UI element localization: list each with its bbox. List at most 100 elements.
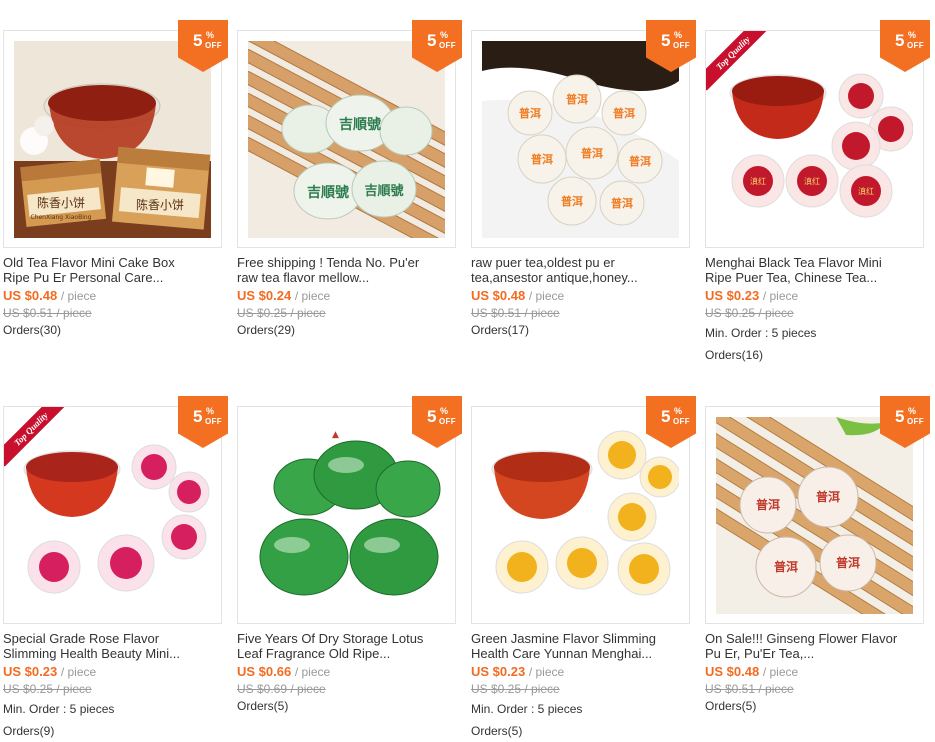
orders-count: Orders(5) xyxy=(471,724,523,738)
product-card[interactable]: ▲ 5 % OFF Five Years Of Dry Storage Lotu… xyxy=(234,376,468,742)
seal-text: 普洱 xyxy=(581,146,603,160)
discount-percent: % xyxy=(206,406,215,416)
product-title-line: Health Care Yunnan Menghai... xyxy=(471,646,653,661)
discount-percent: % xyxy=(674,30,683,40)
product-title-link[interactable]: Menghai Black Tea Flavor Mini Ripe Puer … xyxy=(705,255,930,285)
min-order: Min. Order : 5 pieces xyxy=(3,702,115,716)
orders-count: Orders(17) xyxy=(471,323,530,337)
box-label: 陈香小饼 xyxy=(136,197,184,212)
product-card[interactable]: 5 % OFF Green Jasmine Flavor Slimming He… xyxy=(468,376,702,742)
seal-text: 滇红 xyxy=(858,186,874,196)
discount-off: OFF xyxy=(439,417,456,426)
price: US $0.23 / piece xyxy=(471,664,564,679)
discount-number: 5 xyxy=(427,31,437,50)
product-title-link[interactable]: raw puer tea,oldest pu er tea,ansestor a… xyxy=(471,255,696,285)
price-amount: US $0.23 xyxy=(471,664,526,679)
price-unit: / piece xyxy=(60,289,97,303)
product-title-link[interactable]: Special Grade Rose Flavor Slimming Healt… xyxy=(3,631,228,661)
product-title-line: Green Jasmine Flavor Slimming xyxy=(471,631,656,646)
discount-off: OFF xyxy=(673,41,690,50)
product-title-line: Special Grade Rose Flavor xyxy=(3,631,160,646)
orders-count: Orders(29) xyxy=(237,323,296,337)
product-title-line: Slimming Health Beauty Mini... xyxy=(3,646,181,661)
price-amount: US $0.48 xyxy=(3,288,58,303)
orders-count: Orders(5) xyxy=(237,699,289,713)
original-price: US $0.51 / piece xyxy=(471,306,560,320)
price-amount: US $0.48 xyxy=(705,664,760,679)
product-card[interactable]: 滇红 滇红 滇红 Top Quality 5 % OFF Menghai Bla… xyxy=(702,0,935,370)
price: US $0.23 / piece xyxy=(3,664,96,679)
product-title-line: Menghai Black Tea Flavor Mini xyxy=(705,255,882,270)
original-price: US $0.69 / piece xyxy=(237,682,326,696)
discount-off: OFF xyxy=(673,417,690,426)
product-title-line: Leaf Fragrance Old Ripe... xyxy=(237,646,391,661)
discount-number: 5 xyxy=(895,31,905,50)
discount-percent: % xyxy=(206,30,215,40)
price-unit: / piece xyxy=(294,665,331,679)
product-card[interactable]: 吉順號 吉順號 吉順號 5 % OFF Free shipping ! Tend… xyxy=(234,0,468,370)
price-unit: / piece xyxy=(762,665,799,679)
min-order: Min. Order : 5 pieces xyxy=(471,702,583,716)
original-price: US $0.25 / piece xyxy=(3,682,92,696)
product-title-line: Old Tea Flavor Mini Cake Box xyxy=(3,255,175,270)
price-amount: US $0.23 xyxy=(3,664,58,679)
box-sublabel: ChenXiang XiaoBing xyxy=(31,214,92,221)
original-price: US $0.25 / piece xyxy=(471,682,560,696)
seal-text: 吉順號 xyxy=(339,116,381,133)
seal-text: 滇红 xyxy=(750,176,766,186)
seal-text: 吉順號 xyxy=(307,184,349,201)
product-title-line: raw puer tea,oldest pu er xyxy=(471,255,615,270)
discount-percent: % xyxy=(908,406,917,416)
seal-text: 普洱 xyxy=(816,489,840,504)
original-price: US $0.25 / piece xyxy=(705,306,794,320)
svg-text:▲: ▲ xyxy=(332,430,339,440)
price-unit: / piece xyxy=(762,289,799,303)
price-unit: / piece xyxy=(528,665,565,679)
discount-number: 5 xyxy=(895,407,905,426)
original-price: US $0.51 / piece xyxy=(705,682,794,696)
discount-number: 5 xyxy=(661,31,671,50)
discount-number: 5 xyxy=(193,407,203,426)
product-card[interactable]: 陈香小饼 ChenXiang XiaoBing 陈香小饼 5 % OFF Old… xyxy=(0,0,234,370)
product-title-link[interactable]: Green Jasmine Flavor Slimming Health Car… xyxy=(471,631,696,661)
product-title-link[interactable]: Free shipping ! Tenda No. Pu'er raw tea … xyxy=(237,255,462,285)
product-title-link[interactable]: Old Tea Flavor Mini Cake Box Ripe Pu Er … xyxy=(3,255,228,285)
seal-text: 普洱 xyxy=(519,106,541,120)
seal-text: 普洱 xyxy=(566,92,588,106)
price-amount: US $0.24 xyxy=(237,288,292,303)
seal-text: 普洱 xyxy=(756,497,780,512)
price: US $0.66 / piece xyxy=(237,664,330,679)
seal-text: 普洱 xyxy=(629,154,651,168)
product-title-line: raw tea flavor mellow... xyxy=(237,270,370,285)
price: US $0.48 / piece xyxy=(705,664,798,679)
product-card[interactable]: Top Quality 5 % OFF Special Grade Rose F… xyxy=(0,376,234,742)
discount-off: OFF xyxy=(205,41,222,50)
discount-percent: % xyxy=(908,30,917,40)
price-unit: / piece xyxy=(528,289,565,303)
price: US $0.48 / piece xyxy=(3,288,96,303)
seal-text: 普洱 xyxy=(836,555,860,570)
orders-count: Orders(9) xyxy=(3,724,55,738)
product-title-link[interactable]: Five Years Of Dry Storage Lotus Leaf Fra… xyxy=(237,631,462,661)
discount-off: OFF xyxy=(907,41,924,50)
price: US $0.23 / piece xyxy=(705,288,798,303)
original-price: US $0.51 / piece xyxy=(3,306,92,320)
product-title-line: Pu Er, Pu'Er Tea,... xyxy=(705,646,815,661)
product-card[interactable]: 普洱 普洱 普洱 普洱 5 % OFF On Sale!!! Ginseng F… xyxy=(702,376,935,742)
discount-number: 5 xyxy=(427,407,437,426)
discount-percent: % xyxy=(440,406,449,416)
orders-count: Orders(5) xyxy=(705,699,757,713)
product-card[interactable]: 普洱 普洱 普洱 普洱 普洱 普洱 普洱 普洱 5 % OFF raw puer… xyxy=(468,0,702,370)
discount-off: OFF xyxy=(439,41,456,50)
seal-text: 滇红 xyxy=(804,176,820,186)
product-title-line: On Sale!!! Ginseng Flower Flavor xyxy=(705,631,898,646)
discount-percent: % xyxy=(674,406,683,416)
discount-number: 5 xyxy=(661,407,671,426)
discount-number: 5 xyxy=(193,31,203,50)
discount-off: OFF xyxy=(907,417,924,426)
product-title-link[interactable]: On Sale!!! Ginseng Flower Flavor Pu Er, … xyxy=(705,631,930,661)
box-label: 陈香小饼 xyxy=(37,195,85,210)
price-amount: US $0.23 xyxy=(705,288,760,303)
price: US $0.24 / piece xyxy=(237,288,330,303)
seal-text: 普洱 xyxy=(774,559,798,574)
